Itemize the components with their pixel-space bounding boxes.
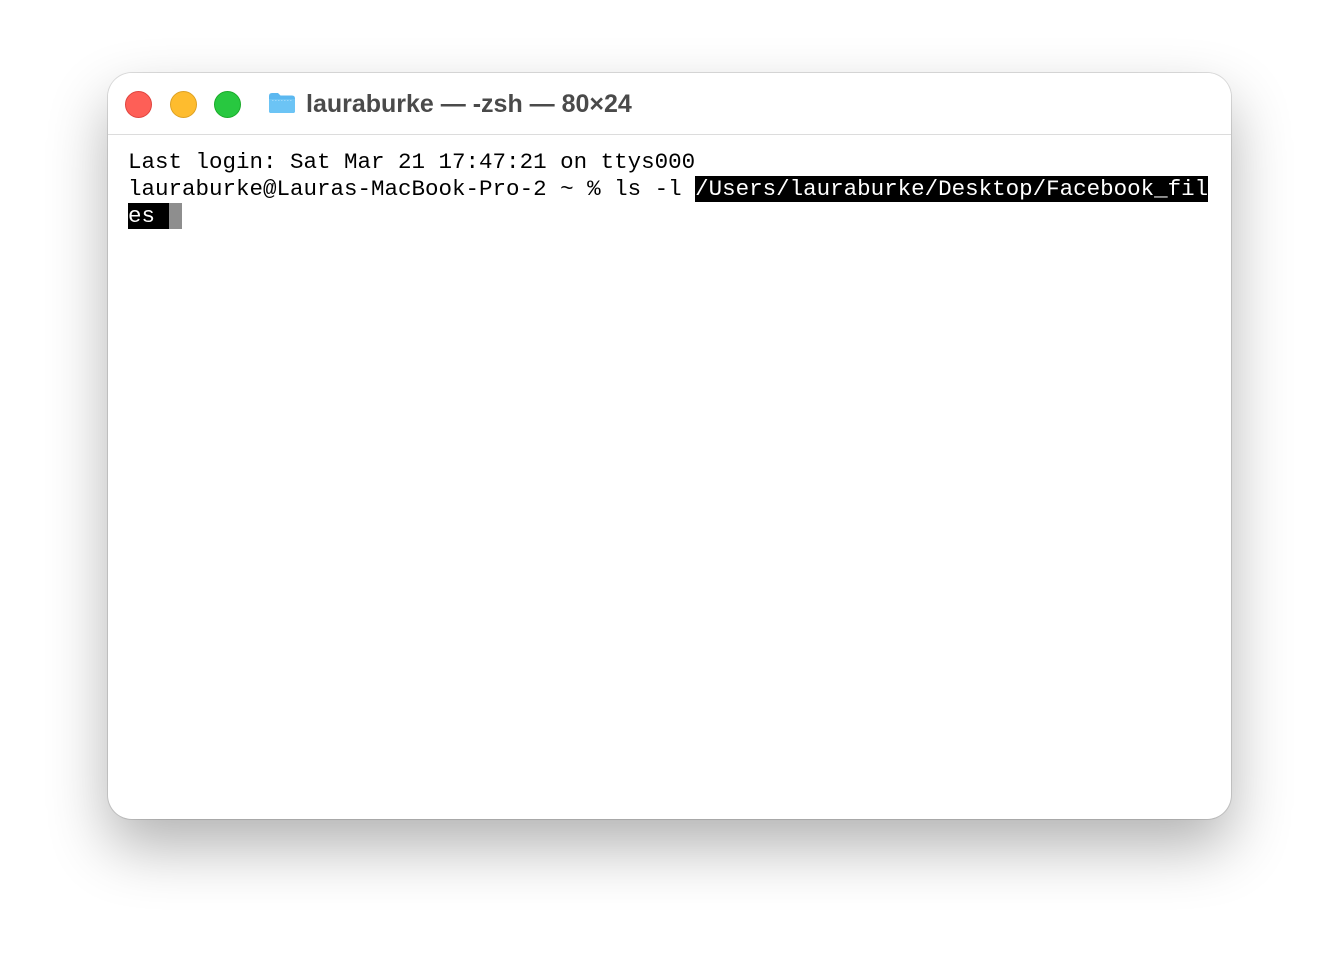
folder-icon [269,93,295,113]
minimize-button[interactable] [170,91,197,118]
prompt-text: lauraburke@Lauras-MacBook-Pro-2 ~ % ls -… [128,176,696,202]
command-line: lauraburke@Lauras-MacBook-Pro-2 ~ % ls -… [128,176,1218,203]
close-button[interactable] [125,91,152,118]
selected-path-text[interactable]: /Users/lauraburke/Desktop/Facebook_fil [695,176,1209,202]
last-login-line: Last login: Sat Mar 21 17:47:21 on ttys0… [128,149,696,175]
selected-path-continuation[interactable]: es [128,203,169,229]
terminal-window: lauraburke — -zsh — 80×24 Last login: Sa… [108,73,1231,819]
window-title: lauraburke — -zsh — 80×24 [306,90,632,118]
command-line-wrap: es [128,203,1218,230]
zoom-button[interactable] [214,91,241,118]
terminal-content[interactable]: Last login: Sat Mar 21 17:47:21 on ttys0… [128,149,1218,230]
text-cursor [168,203,182,229]
title-bar[interactable]: lauraburke — -zsh — 80×24 [108,73,1231,135]
